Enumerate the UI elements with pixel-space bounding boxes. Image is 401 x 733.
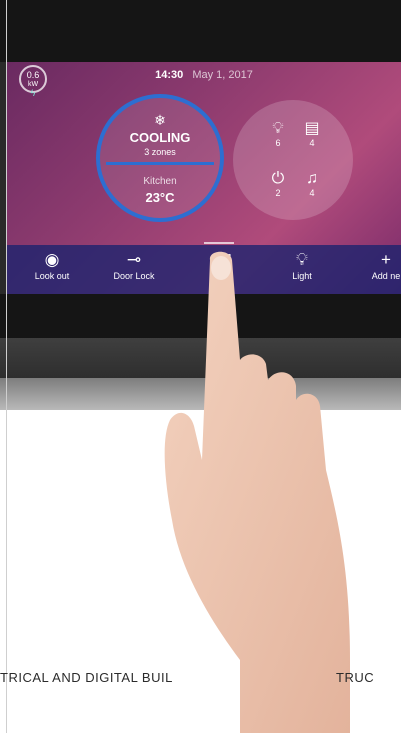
snowflake-icon: ❄ xyxy=(154,112,166,128)
device-plugs[interactable]: ⏻ 2 xyxy=(263,170,293,198)
climate-zones: 3 zones xyxy=(144,147,176,157)
device-count: 2 xyxy=(275,188,281,198)
device-shutters[interactable]: ▤ 4 xyxy=(297,120,327,148)
climate-dial[interactable]: ❄ COOLING 3 zones Kitchen 23°C xyxy=(96,94,224,222)
climate-temperature: 23°C xyxy=(145,190,175,205)
tab-label: Door Lock xyxy=(113,271,155,281)
shutter-icon: ▤ xyxy=(304,120,320,137)
device-count: 6 xyxy=(275,138,281,148)
device-count: 4 xyxy=(309,188,315,198)
tab-label: Look out xyxy=(34,271,70,281)
lightbulb-icon: 💡︎ xyxy=(272,120,284,137)
clock-date: May 1, 2017 xyxy=(192,69,253,81)
clock-time: 14:30 xyxy=(155,69,184,81)
climate-room: Kitchen xyxy=(143,176,177,187)
climate-mode: COOLING xyxy=(129,130,191,145)
music-icon: ♫ xyxy=(306,170,318,187)
caption-left: TRICAL AND DIGITAL BUIL xyxy=(0,670,173,685)
device-music[interactable]: ♫ 4 xyxy=(297,170,327,198)
caption-text: TRICAL AND DIGITAL BUIL TRUC xyxy=(0,668,401,692)
device-lights[interactable]: 💡︎ 6 xyxy=(263,120,293,148)
page-divider xyxy=(6,0,7,733)
tab-look-out[interactable]: ◉ Look out xyxy=(17,249,87,281)
pointing-hand xyxy=(164,251,350,733)
dial-divider xyxy=(106,162,214,165)
eye-icon: ◉ xyxy=(44,250,60,269)
bolt-icon: ϟ xyxy=(30,88,36,98)
caption-right: TRUC xyxy=(336,670,375,685)
devices-summary: 💡︎ 6 ▤ 4 ⏻ 2 ♫ 4 xyxy=(233,100,353,220)
device-count: 4 xyxy=(309,138,315,148)
status-clock: 14:30 May 1, 2017 xyxy=(7,69,401,81)
plug-icon: ⏻ xyxy=(271,170,285,187)
device-top-bezel xyxy=(0,0,401,62)
